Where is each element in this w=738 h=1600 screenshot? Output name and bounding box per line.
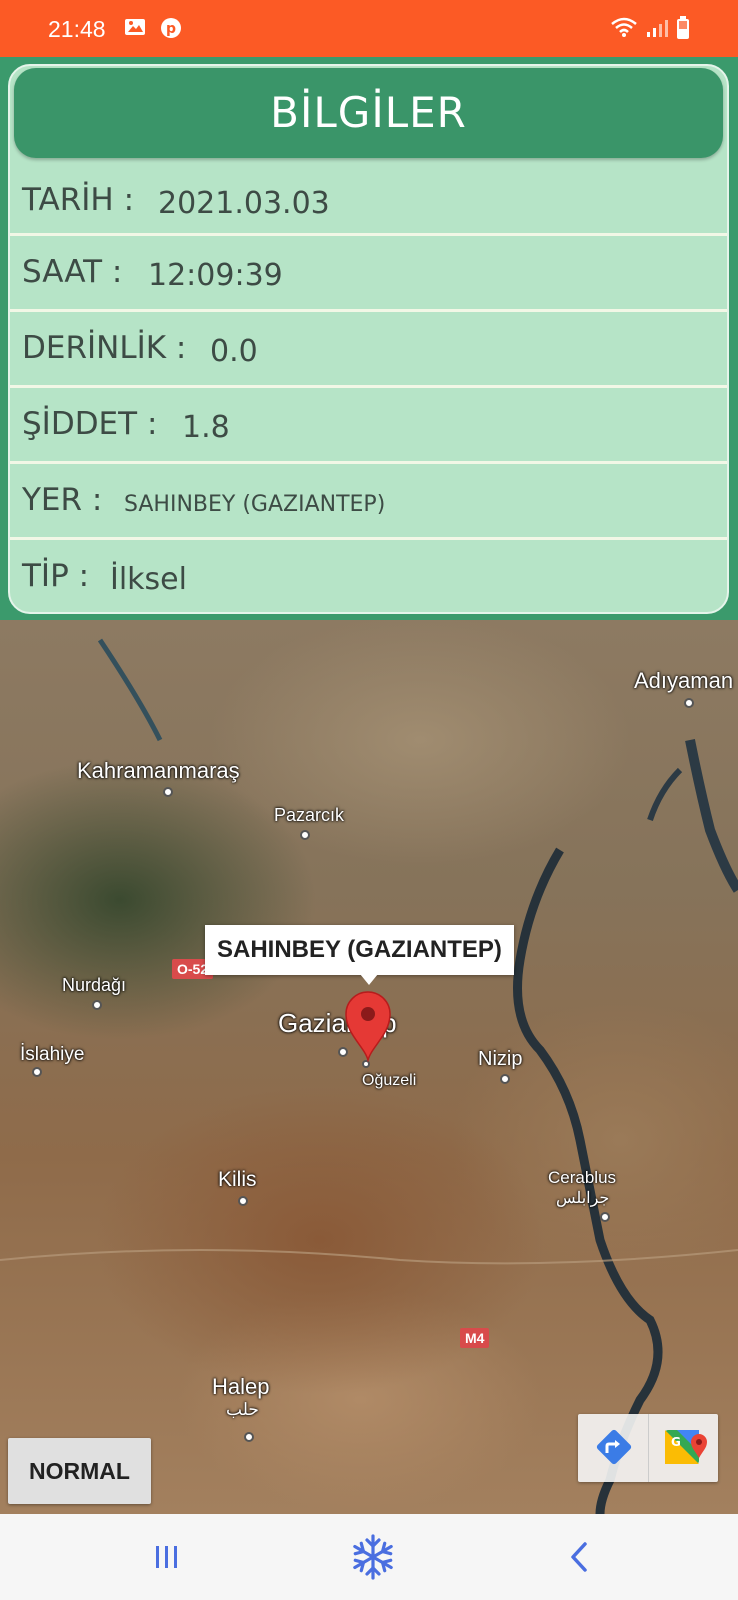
marker-title: SAHINBEY (GAZIANTEP) (217, 936, 502, 963)
row-type: TİP : İlksel (10, 537, 727, 610)
map-toolbar: G (578, 1414, 718, 1482)
open-in-maps-button[interactable]: G (648, 1414, 718, 1482)
place-label: Nurdağı (62, 975, 127, 995)
pinterest-icon: p (160, 17, 182, 43)
road-badge: M4 (460, 1328, 490, 1348)
magnitude-value: 1.8 (182, 410, 230, 445)
location-label: YER : (22, 482, 103, 518)
map-terrain (0, 638, 738, 1514)
place-dot (300, 830, 310, 840)
time-label: SAAT : (22, 254, 123, 290)
wifi-icon (610, 16, 638, 42)
row-depth: DERİNLİK : 0.0 (10, 309, 727, 382)
depth-value: 0.0 (210, 334, 258, 369)
place-dot (92, 1000, 102, 1010)
row-date: TARİH : 2021.03.03 (10, 164, 727, 237)
navigation-bar (0, 1514, 738, 1600)
satellite-map[interactable]: Adıyaman Kahramanmaraş Pazarcık Nurdağı … (0, 620, 738, 1514)
place-label: Kilis (218, 1168, 257, 1191)
date-value: 2021.03.03 (158, 186, 330, 221)
place-dot (684, 698, 694, 708)
depth-label: DERİNLİK : (22, 330, 187, 366)
type-value: İlksel (110, 562, 187, 597)
place-label: Pazarcık (274, 805, 345, 825)
place-dot (238, 1196, 248, 1206)
row-time: SAAT : 12:09:39 (10, 233, 727, 306)
row-magnitude: ŞİDDET : 1.8 (10, 385, 727, 458)
place-label: حلب (226, 1400, 259, 1419)
google-maps-icon: G (665, 1430, 707, 1464)
panel-header: BİLGİLER (14, 68, 723, 158)
directions-icon (596, 1429, 632, 1465)
place-label: Adıyaman (634, 668, 734, 693)
time-value: 12:09:39 (148, 258, 283, 293)
back-icon (571, 1542, 587, 1572)
place-label: Halep (212, 1374, 270, 1399)
place-label: Kahramanmaraş (77, 758, 240, 783)
image-icon (124, 17, 146, 41)
map-type-button[interactable]: NORMAL (8, 1438, 151, 1504)
magnitude-label: ŞİDDET : (22, 406, 158, 442)
home-button[interactable] (313, 1514, 433, 1600)
info-panel: BİLGİLER TARİH : 2021.03.03 SAAT : 12:09… (8, 64, 729, 614)
recent-apps-button[interactable] (107, 1514, 227, 1600)
place-dot (244, 1432, 254, 1442)
row-location: YER : SAHINBEY (GAZIANTEP) (10, 461, 727, 537)
date-label: TARİH : (22, 182, 135, 218)
recent-apps-icon (156, 1546, 177, 1568)
place-label: Nizip (478, 1048, 523, 1070)
location-value: SAHINBEY (GAZIANTEP) (124, 492, 386, 517)
place-label: جرابلس (556, 1190, 610, 1207)
marker-info-window[interactable]: SAHINBEY (GAZIANTEP) (205, 925, 514, 975)
back-button[interactable] (520, 1514, 640, 1600)
place-dot (600, 1212, 610, 1222)
location-pin-icon[interactable] (344, 990, 392, 1063)
status-time: 21:48 (48, 16, 106, 42)
info-window-tail (360, 974, 378, 985)
place-label: Cerablus (548, 1168, 617, 1187)
type-label: TİP : (22, 558, 90, 594)
svg-text:G: G (671, 1435, 681, 1449)
place-label: Oğuzeli (362, 1072, 417, 1089)
svg-text:p: p (166, 21, 176, 37)
battery-icon (676, 16, 690, 44)
place-dot (163, 787, 173, 797)
directions-button[interactable] (578, 1414, 648, 1482)
place-dot (500, 1074, 510, 1084)
status-bar: 21:48 p (0, 0, 738, 57)
place-dot (32, 1067, 42, 1077)
home-snowflake-icon (353, 1534, 393, 1580)
panel-title: BİLGİLER (270, 88, 467, 137)
signal-icon (646, 18, 668, 42)
place-label: İslahiye (20, 1044, 85, 1065)
